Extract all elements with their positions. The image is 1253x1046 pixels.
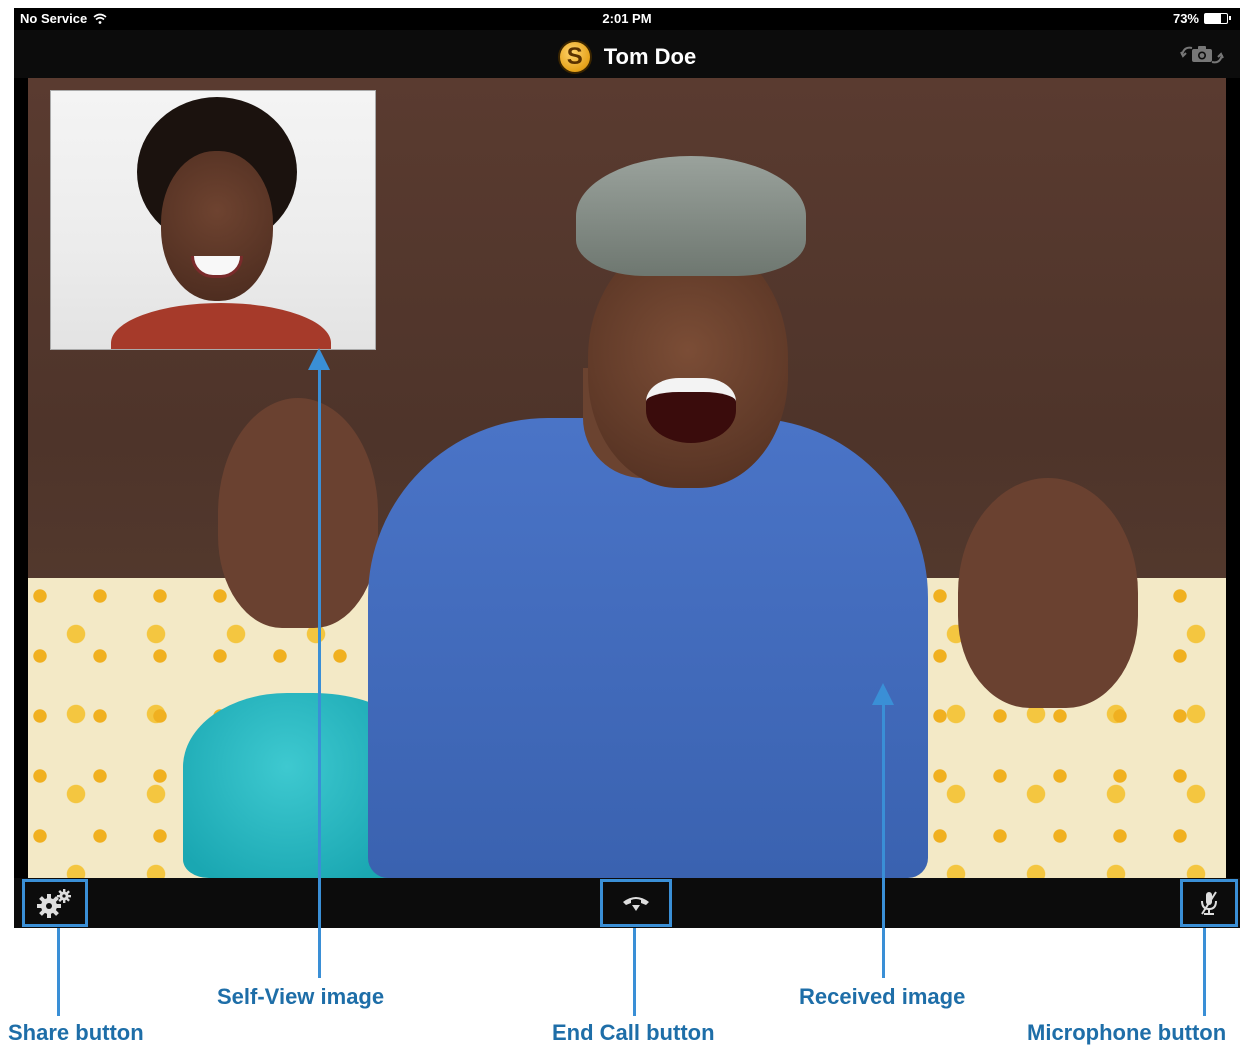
hang-up-icon bbox=[623, 897, 649, 911]
left-hand bbox=[218, 398, 378, 628]
end-call-callout-label: End Call button bbox=[552, 1020, 715, 1045]
status-bar: No Service 2:01 PM 73% bbox=[14, 8, 1240, 30]
microphone-callout-label: Microphone button bbox=[1027, 1020, 1227, 1045]
end-call-callout-line bbox=[633, 928, 636, 1016]
man-shirt bbox=[368, 418, 928, 878]
nav-bar: S Tom Doe bbox=[14, 30, 1240, 78]
microphone-muted-icon bbox=[1201, 891, 1217, 915]
caller-name: Tom Doe bbox=[603, 44, 697, 69]
received-video bbox=[28, 78, 1226, 878]
microphone-callout-line bbox=[1203, 928, 1206, 1016]
gears-icon bbox=[37, 889, 71, 918]
man-mouth bbox=[646, 378, 736, 443]
self-view-video[interactable] bbox=[50, 90, 376, 350]
battery-fill bbox=[1205, 14, 1222, 23]
end-call-button[interactable] bbox=[600, 879, 672, 927]
battery-percent: 73% bbox=[1172, 11, 1199, 26]
right-hand bbox=[958, 478, 1138, 708]
self-view-shirt bbox=[111, 303, 331, 349]
ipad-screen: No Service 2:01 PM 73% S Tom Doe bbox=[14, 8, 1240, 928]
self-view-face bbox=[161, 151, 273, 301]
self-view-callout-line bbox=[318, 366, 321, 978]
received-callout-label: Received image bbox=[799, 984, 966, 1009]
call-toolbar bbox=[14, 878, 1240, 928]
share-callout-label: Share button bbox=[8, 1020, 144, 1045]
self-view-callout-label: Self-View image bbox=[217, 984, 385, 1009]
man-cap bbox=[576, 156, 806, 276]
app-logo-icon: S bbox=[557, 40, 592, 74]
battery-icon bbox=[1204, 13, 1231, 24]
microphone-button[interactable] bbox=[1180, 879, 1238, 927]
received-callout-line bbox=[882, 700, 885, 978]
share-button[interactable] bbox=[22, 879, 88, 927]
status-time: 2:01 PM bbox=[602, 11, 652, 26]
share-callout-line bbox=[57, 928, 60, 1016]
camera-switch-icon[interactable] bbox=[1180, 42, 1224, 68]
